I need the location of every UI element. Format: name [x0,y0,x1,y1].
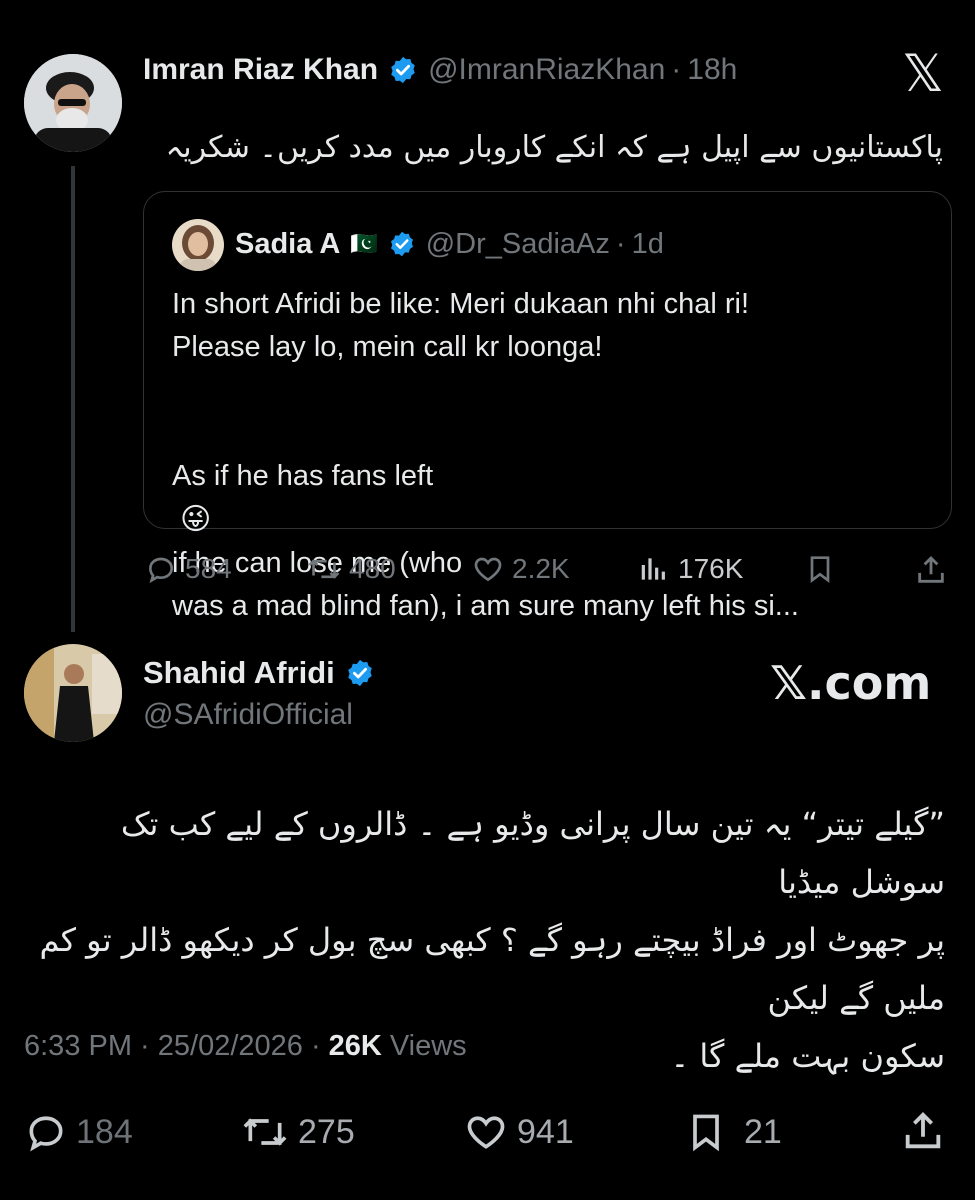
quote-header: Sadia A 🇵🇰 @Dr_SadiaAz · 1d [235,226,664,262]
like-button[interactable]: 2.2K [472,553,570,585]
quote-author-name[interactable]: Sadia A [235,228,340,261]
bookmark-icon [693,1114,719,1152]
tweet2-meta: 6:33 PM · 25/02/2026 · 26K Views [24,1030,467,1063]
bookmark-button[interactable]: 21 [684,1110,782,1154]
tweet2-handle[interactable]: @SAfridiOfficial [143,698,375,732]
share-button[interactable] [914,553,948,587]
verified-badge-icon [391,56,415,84]
tweet2-author-block: Shahid Afridi @SAfridiOfficial [143,654,375,732]
tweet1-handle[interactable]: @ImranRiazKhan [428,53,665,87]
reply-count: 184 [76,1112,133,1151]
tweet2-timestamp[interactable]: 6:33 PM · 25/02/2026 · [24,1030,321,1063]
reply-count: 584 [185,553,232,584]
quote-time[interactable]: 1d [632,228,664,261]
verified-badge-icon [390,231,413,257]
quote-line-3a: As if he has fans left [172,460,434,492]
avatar-sadia-a[interactable] [172,219,224,271]
x-logo-icon[interactable]: 𝕏 [902,48,944,100]
bookmark-count: 21 [744,1112,782,1151]
heart-icon [467,1116,505,1149]
like-count: 941 [517,1112,574,1151]
tweet2-text-line-1: ”گیلے تیتر“ یہ تین سال پرانی وڈیو ہے ۔ ڈ… [120,805,945,901]
quote-separator: · [615,227,626,260]
reply-icon [148,557,174,584]
views-count: 176K [678,553,744,584]
quote-line-2: Please lay lo, mein call kr loonga! [172,331,603,363]
reply-icon [29,1116,63,1152]
winking-tongue-emoji-icon: 😜 [180,503,212,536]
quote-blank-line [172,369,932,412]
share-icon [905,1111,941,1149]
retweet-icon [243,1118,287,1146]
retweet-button[interactable]: 275 [240,1110,355,1154]
retweet-icon [308,559,340,579]
views-bar-chart-icon [641,558,665,580]
share-button[interactable] [900,1108,946,1154]
like-button[interactable]: 941 [463,1110,574,1154]
tweet1-time[interactable]: 18h [687,53,737,87]
tweet2-text-line-2: پر جھوٹ اور فراڈ بیچتے رہو گے ؟ کبھی سچ … [39,921,945,1017]
bookmark-button[interactable] [804,553,836,585]
pakistan-flag-icon: 🇵🇰 [350,231,378,256]
tweet2-views-label: Views [389,1030,467,1062]
retweet-count: 480 [349,553,396,584]
tweet1-author-name[interactable]: Imran Riaz Khan [143,53,378,87]
retweet-button[interactable]: 480 [307,553,396,585]
tweet2-views-count: 26K [328,1030,382,1062]
profile-photo-icon [24,644,122,742]
views-button[interactable]: 176K [638,553,743,585]
like-count: 2.2K [512,553,570,584]
profile-photo-icon [24,54,122,152]
tweet1-text: پاکستانیوں سے اپیل ہے کہ انکے کاروبار می… [165,130,943,165]
profile-photo-icon [172,219,224,271]
avatar-imran-riaz-khan[interactable] [24,54,122,152]
heart-icon [474,557,502,582]
bookmark-icon [810,556,830,583]
verified-badge-icon [348,659,372,687]
avatar-shahid-afridi[interactable] [24,644,122,742]
reply-button[interactable]: 184 [24,1110,133,1154]
share-icon [918,555,944,583]
tweet1-separator: · [671,53,682,86]
quote-handle[interactable]: @Dr_SadiaAz [426,228,610,261]
reply-button[interactable]: 584 [145,553,232,585]
quote-line-4: was a mad blind fan), i am sure many lef… [172,590,799,622]
thread-connector-line [71,166,75,632]
tweet2-author-name[interactable]: Shahid Afridi [143,655,335,691]
retweet-count: 275 [298,1112,355,1151]
x-com-watermark: 𝕏.com [770,656,932,710]
tweet1-header: Imran Riaz Khan @ImranRiazKhan · 18h [143,52,737,88]
quote-line-1: In short Afridi be like: Meri dukaan nhi… [172,288,750,320]
